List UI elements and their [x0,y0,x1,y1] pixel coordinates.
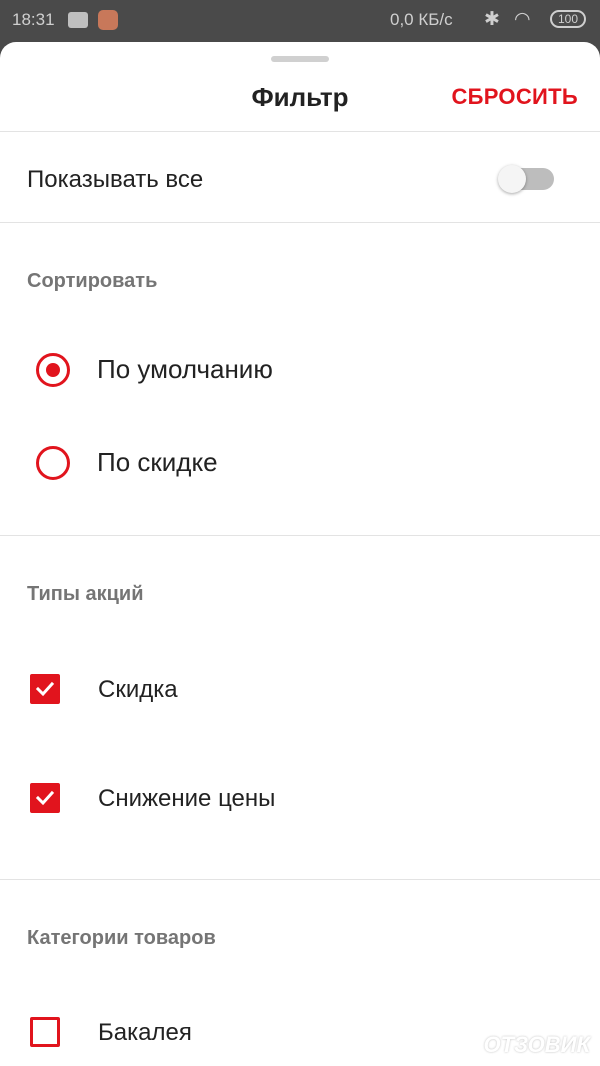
app-notification-icon [98,10,118,30]
radio-discount-sort[interactable] [36,446,70,480]
network-speed: 0,0 КБ/с [390,10,453,29]
wifi-icon: ◠ [514,9,531,30]
status-time: 18:31 [12,10,55,29]
watermark-logo: ОТЗОВИК [455,1031,591,1058]
drag-handle[interactable] [271,56,329,62]
checkbox-discount[interactable] [30,674,60,704]
watermark-text: ОТЗОВИК [483,1031,591,1057]
category-grocery-label: Бакалея [98,1019,192,1046]
checkmark-icon [35,790,55,806]
show-all-toggle[interactable] [498,165,554,193]
battery-icon: 100 [550,10,586,28]
categories-section-header: Категории товаров [27,927,216,949]
reset-button[interactable]: СБРОСИТЬ [451,84,578,110]
message-icon [68,12,88,28]
filter-sheet: Фильтр СБРОСИТЬ Показывать все Сортирова… [0,42,600,1066]
checkmark-icon [35,681,55,697]
divider [0,535,600,536]
sort-section-header: Сортировать [27,270,158,292]
promo-type-discount-label: Скидка [98,676,178,703]
show-all-label: Показывать все [27,166,204,193]
sort-option-default-label: По умолчанию [97,354,273,384]
divider [0,131,600,132]
divider [0,222,600,223]
promo-types-section-header: Типы акций [27,583,144,605]
radio-selected-dot [46,363,60,377]
divider [0,879,600,880]
checkbox-price-reduction[interactable] [30,783,60,813]
toggle-knob [498,165,526,193]
status-bar: 18:31 0,0 КБ/с ✱ ◠ 100 [0,0,600,44]
watermark-circle-icon [455,1034,480,1058]
promo-type-price-reduction-label: Снижение цены [98,785,276,812]
sort-option-discount-label: По скидке [97,447,218,477]
bluetooth-icon: ✱ [484,9,500,30]
radio-default-sort[interactable] [36,353,70,387]
checkbox-grocery[interactable] [30,1017,60,1047]
